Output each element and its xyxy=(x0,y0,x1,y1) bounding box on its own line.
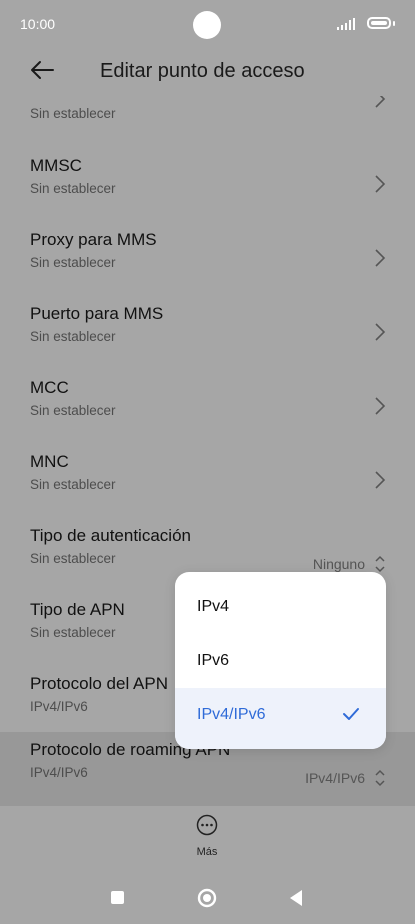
chevron-right-icon xyxy=(375,175,386,193)
home-icon[interactable] xyxy=(197,888,217,908)
more-label: Más xyxy=(196,846,218,858)
item-subtitle: Sin establecer xyxy=(30,106,116,121)
option-label: IPv4/IPv6 xyxy=(197,706,266,723)
signal-icon xyxy=(337,18,355,30)
screen: 10:00 Editar punto de acceso Sin estable… xyxy=(0,0,415,924)
item-subtitle: Sin establecer xyxy=(30,329,116,344)
protocol-dropdown: IPv4 IPv6 IPv4/IPv6 xyxy=(175,572,386,749)
item-title: Tipo de APN xyxy=(30,600,125,619)
dropdown-option-ipv4[interactable]: IPv4 xyxy=(175,580,386,634)
item-subtitle: Sin establecer xyxy=(30,181,116,196)
chevron-right-icon xyxy=(375,323,386,341)
up-down-chevron-icon xyxy=(375,555,385,573)
back-triangle-icon[interactable] xyxy=(289,889,303,907)
list-item-mcc[interactable]: MCC Sin establecer xyxy=(0,370,415,444)
status-bar: 10:00 xyxy=(0,0,415,48)
list-item-mnc[interactable]: MNC Sin establecer xyxy=(0,444,415,518)
chevron-right-icon xyxy=(375,471,386,489)
list-item-mmsc[interactable]: MMSC Sin establecer xyxy=(0,148,415,222)
item-subtitle: Sin establecer xyxy=(30,625,116,640)
more-button[interactable]: Más xyxy=(187,814,227,858)
chevron-right-icon xyxy=(375,397,386,415)
item-title: Tipo de autenticación xyxy=(30,526,191,545)
item-title: MCC xyxy=(30,378,69,397)
item-subtitle: IPv4/IPv6 xyxy=(30,765,88,780)
bottom-action-bar: Más xyxy=(0,808,415,864)
item-title: Proxy para MMS xyxy=(30,230,157,249)
up-down-chevron-icon xyxy=(375,769,385,787)
battery-icon xyxy=(367,17,391,29)
item-value: IPv4/IPv6 xyxy=(305,770,365,786)
item-subtitle: Sin establecer xyxy=(30,477,116,492)
item-subtitle: IPv4/IPv6 xyxy=(30,699,88,714)
item-subtitle: Sin establecer xyxy=(30,403,116,418)
item-title: MMSC xyxy=(30,156,82,175)
item-title: Puerto para MMS xyxy=(30,304,164,323)
chevron-right-icon xyxy=(375,249,386,267)
dropdown-option-ipv6[interactable]: IPv6 xyxy=(175,634,386,688)
navigation-bar xyxy=(0,872,415,924)
item-title: Protocolo del APN xyxy=(30,674,168,693)
list-item-mms-proxy[interactable]: Proxy para MMS Sin establecer xyxy=(0,222,415,296)
more-icon xyxy=(196,814,218,836)
page-title: Editar punto de acceso xyxy=(100,60,305,82)
recent-apps-icon[interactable] xyxy=(111,891,124,904)
chevron-right-icon xyxy=(375,96,386,108)
battery-tip xyxy=(393,21,395,26)
item-title: MNC xyxy=(30,452,69,471)
header: Editar punto de acceso xyxy=(0,48,415,94)
option-label: IPv4 xyxy=(197,598,230,615)
list-item-mms-port[interactable]: Puerto para MMS Sin establecer xyxy=(0,296,415,370)
check-icon xyxy=(343,708,359,720)
item-subtitle: Sin establecer xyxy=(30,255,116,270)
back-arrow-icon[interactable] xyxy=(28,56,56,84)
option-label: IPv6 xyxy=(197,652,230,669)
status-time: 10:00 xyxy=(20,16,56,32)
item-subtitle: Sin establecer xyxy=(30,551,116,566)
front-camera xyxy=(193,11,221,39)
item-value: Ninguno xyxy=(312,556,365,572)
dropdown-option-ipv4-ipv6[interactable]: IPv4/IPv6 xyxy=(175,688,386,749)
